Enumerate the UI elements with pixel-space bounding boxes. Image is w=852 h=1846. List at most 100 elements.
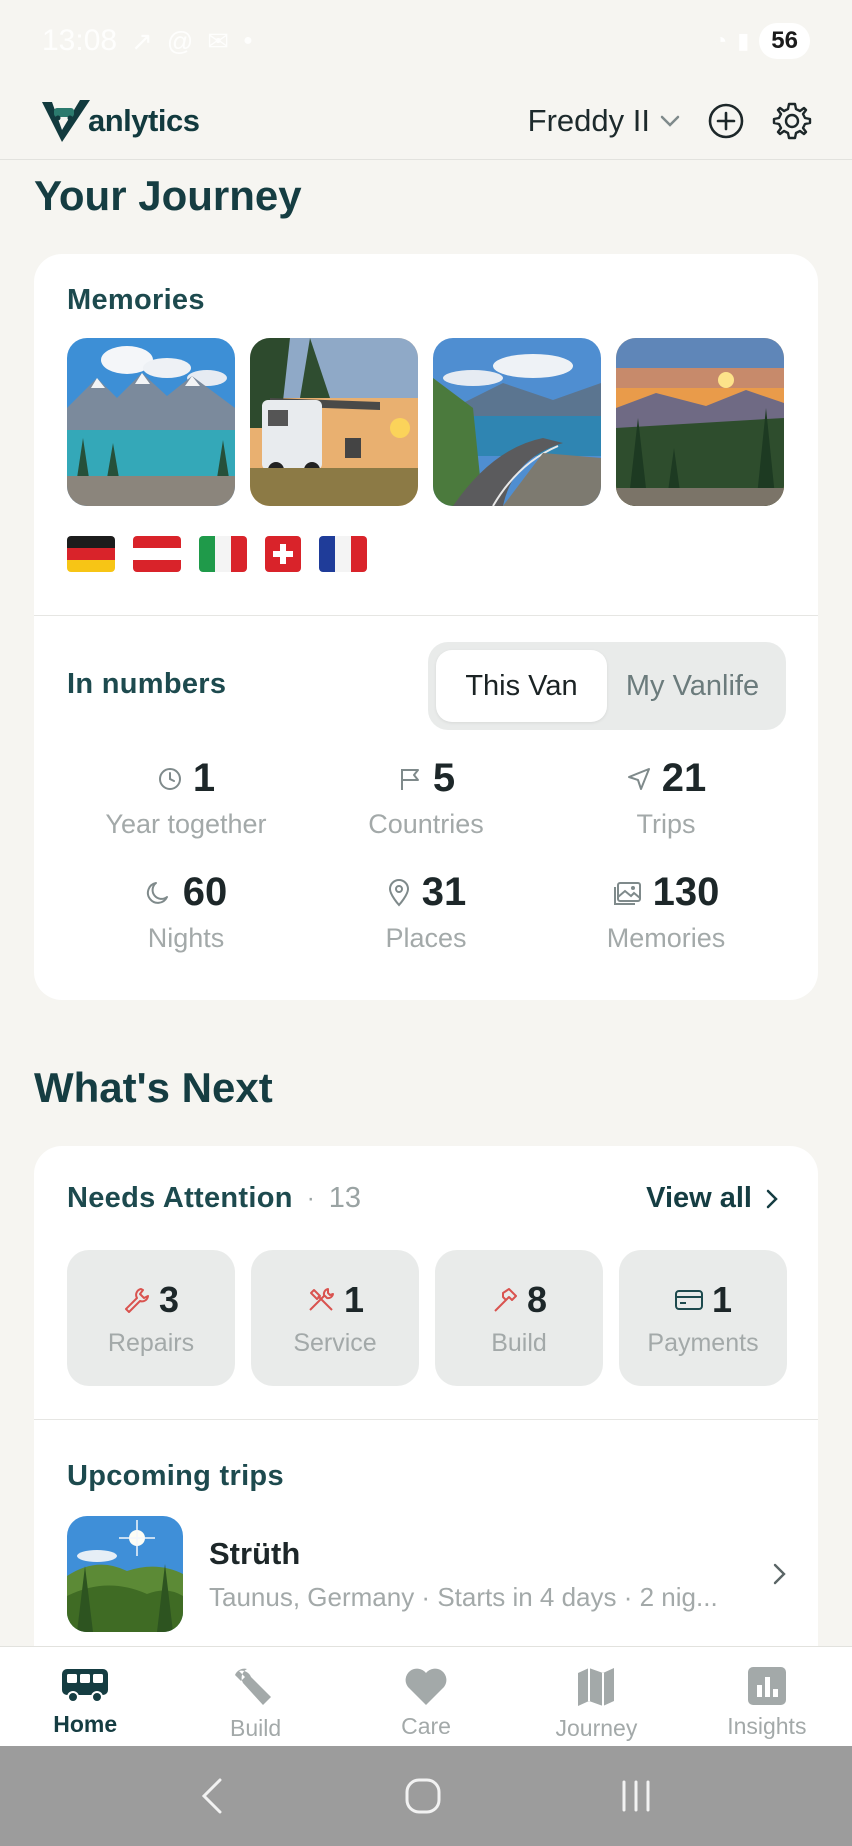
tile-value: 1 — [711, 1278, 733, 1320]
recent-apps-icon[interactable] — [618, 1776, 654, 1816]
tile-payments[interactable]: 1 Payments — [619, 1250, 787, 1386]
navigation-icon — [627, 767, 650, 790]
map-icon — [578, 1668, 615, 1706]
nav-insights[interactable]: Insights — [682, 1647, 852, 1746]
card-divider — [34, 615, 818, 616]
nav-build[interactable]: Build — [170, 1647, 340, 1746]
scope-toggle: This Van My Vanlife — [428, 642, 786, 730]
bar-chart-icon — [747, 1667, 786, 1705]
in-numbers-label: In numbers — [67, 668, 227, 700]
separator-dot: · — [306, 1184, 315, 1212]
flag-icon — [400, 768, 419, 790]
clock-icon — [158, 767, 181, 790]
wrench-icon — [234, 1668, 271, 1705]
chevron-right-icon — [766, 1189, 778, 1208]
stat-countries: 5 Countries — [306, 756, 546, 840]
trip-row[interactable]: Strüth Taunus, Germany · Starts in 4 day… — [67, 1516, 787, 1632]
van-icon — [62, 1669, 109, 1703]
tile-build[interactable]: 8 Build — [435, 1250, 603, 1386]
tile-repairs[interactable]: 3 Repairs — [67, 1250, 235, 1386]
home-icon[interactable] — [403, 1776, 443, 1816]
needs-attention-count: 13 — [328, 1182, 362, 1214]
threads-icon: @ — [166, 25, 194, 56]
card-divider — [34, 1419, 818, 1420]
tile-service[interactable]: 1 Service — [251, 1250, 419, 1386]
stat-value: 60 — [182, 870, 228, 914]
stat-years: 1 Year together — [66, 756, 306, 840]
nav-label: Home — [53, 1711, 118, 1737]
memory-photo-lake-road[interactable] — [433, 338, 601, 506]
trip-details: Taunus, Germany · Starts in 4 days · 2 n… — [209, 1581, 718, 1612]
battery-indicator: 56 — [759, 23, 810, 59]
memories-row — [67, 338, 784, 506]
toggle-my-vanlife[interactable]: My Vanlife — [607, 650, 778, 722]
call-icon: ↗ — [131, 25, 153, 56]
flag-switzerland-icon — [265, 536, 301, 572]
gear-icon — [772, 102, 812, 139]
plus-circle-icon — [708, 103, 744, 138]
dot-icon: ● — [243, 32, 253, 49]
tile-label: Service — [293, 1328, 377, 1357]
memory-photo-forest-sunset[interactable] — [616, 338, 784, 506]
needs-attention-label: Needs Attention — [67, 1182, 293, 1214]
tile-value: 8 — [526, 1278, 548, 1320]
whats-next-title: What's Next — [34, 1064, 273, 1111]
system-navigation-bar — [0, 1746, 852, 1846]
stat-nights: 60 Nights — [66, 870, 306, 954]
memory-photo-mountain-lake[interactable] — [67, 338, 235, 506]
view-all-link[interactable]: View all — [646, 1182, 778, 1215]
stat-label: Places — [385, 923, 467, 953]
status-time: 13:08 — [42, 24, 118, 57]
nav-home[interactable]: Home — [0, 1647, 170, 1746]
chevron-right-icon — [773, 1563, 786, 1585]
your-journey-title: Your Journey — [34, 172, 302, 219]
app-header: anlytics Freddy II — [0, 82, 852, 160]
toggle-this-van[interactable]: This Van — [436, 650, 607, 722]
nav-journey[interactable]: Journey — [511, 1647, 681, 1746]
van-logo-icon — [42, 99, 90, 142]
tile-label: Payments — [647, 1328, 759, 1357]
stat-label: Trips — [636, 809, 696, 839]
app-logo[interactable]: anlytics — [40, 98, 200, 144]
settings-button[interactable] — [772, 101, 812, 141]
moon-icon — [146, 881, 168, 904]
attention-tiles: 3 Repairs 1 Service 8 Build 1 Payments — [67, 1250, 787, 1386]
stat-places: 31 Places — [306, 870, 546, 954]
credit-card-icon — [674, 1289, 703, 1310]
wrench-icon — [124, 1287, 149, 1313]
tile-label: Repairs — [107, 1328, 195, 1357]
flag-germany-icon — [67, 536, 115, 572]
tile-value: 1 — [343, 1278, 365, 1320]
stat-label: Memories — [606, 923, 726, 953]
stat-value: 21 — [661, 756, 707, 800]
stat-trips: 21 Trips — [546, 756, 786, 840]
country-flags — [67, 536, 367, 572]
trip-name: Strüth — [209, 1535, 301, 1571]
mail-icon: ✉ — [207, 25, 230, 56]
memory-photo-campervan[interactable] — [250, 338, 418, 506]
memories-label: Memories — [67, 284, 205, 316]
nav-care[interactable]: Care — [341, 1647, 511, 1746]
nav-label: Journey — [555, 1715, 638, 1741]
van-selector[interactable]: Freddy II — [528, 103, 680, 139]
stat-memories: 130 Memories — [546, 870, 786, 954]
back-icon[interactable] — [198, 1776, 228, 1816]
van-name: Freddy II — [527, 102, 650, 138]
signal-icon: ▮ — [737, 28, 750, 53]
add-button[interactable] — [706, 101, 746, 141]
tile-label: Build — [491, 1328, 547, 1357]
nav-label: Insights — [727, 1713, 807, 1739]
nav-label: Care — [401, 1713, 451, 1739]
heart-icon — [405, 1668, 447, 1705]
stat-label: Countries — [368, 809, 484, 839]
nav-label: Build — [230, 1715, 282, 1741]
stat-value: 5 — [432, 756, 456, 800]
tile-value: 3 — [158, 1278, 180, 1320]
stat-value: 31 — [421, 870, 467, 914]
flag-france-icon — [319, 536, 367, 572]
upcoming-trips-label: Upcoming trips — [67, 1460, 284, 1492]
trip-thumbnail — [67, 1516, 183, 1632]
wifi-icon: ◔ — [713, 28, 728, 53]
whats-next-card: Needs Attention · 13 View all 3 Repairs — [34, 1146, 818, 1706]
hammer-icon — [494, 1287, 517, 1312]
